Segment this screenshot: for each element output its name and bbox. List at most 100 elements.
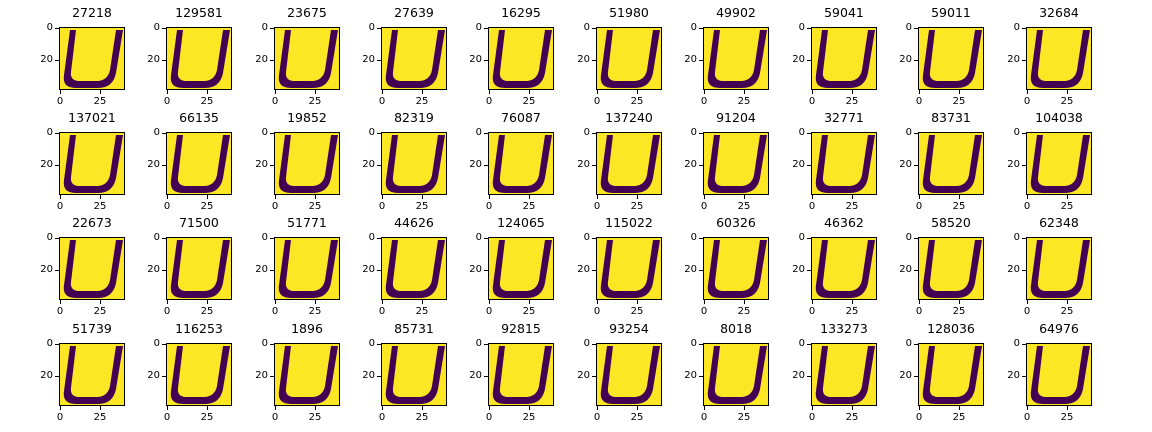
y-tick-mark [162, 344, 166, 345]
y-tick-mark [162, 133, 166, 134]
binary-image [59, 237, 125, 300]
image-panel: 93254 0 20 0 25 [577, 321, 662, 423]
u-glyph-stroke [600, 135, 660, 193]
image-panel: 124065 0 20 0 25 [469, 215, 554, 317]
x-tick-label: 0 [271, 412, 279, 423]
panel-title: 32684 [1039, 5, 1079, 20]
y-tick-mark [1022, 270, 1026, 271]
x-tick-mark [529, 300, 530, 304]
y-tick-mark [592, 165, 596, 166]
x-tick-mark [919, 406, 920, 410]
x-tick-label: 25 [93, 96, 107, 107]
y-tick-mark [55, 344, 59, 345]
x-tick-label: 0 [163, 96, 171, 107]
y-tick-label: 20 [1007, 159, 1020, 170]
panel-title: 133273 [820, 321, 868, 336]
x-tick-mark [959, 300, 960, 304]
y-tick-mark [592, 270, 596, 271]
u-glyph [278, 240, 338, 298]
u-glyph-stroke [278, 30, 338, 88]
y-tick-mark [699, 165, 703, 166]
image-panel: 23675 0 20 0 25 [255, 5, 340, 107]
x-tick-label: 0 [808, 412, 816, 423]
y-tick-mark [270, 28, 274, 29]
y-tick-mark [807, 376, 811, 377]
u-glyph [170, 346, 230, 404]
y-tick-label: 20 [147, 159, 160, 170]
y-tick-label: 20 [469, 159, 482, 170]
binary-image [488, 27, 554, 90]
binary-image [381, 237, 447, 300]
y-tick-mark [162, 165, 166, 166]
u-glyph-stroke [707, 135, 767, 193]
x-tick-label: 25 [200, 306, 214, 317]
x-tick-mark [637, 90, 638, 94]
x-tick-mark [167, 90, 168, 94]
image-panel: 44626 0 20 0 25 [362, 215, 447, 317]
u-glyph-stroke [63, 30, 123, 88]
y-tick-label: 0 [261, 127, 268, 138]
u-glyph [1030, 135, 1090, 193]
x-tick-label: 0 [485, 306, 493, 317]
y-tick-mark [807, 344, 811, 345]
panel-title: 124065 [497, 215, 545, 230]
y-tick-label: 20 [255, 370, 268, 381]
u-glyph-stroke [385, 135, 445, 193]
y-tick-label: 20 [1007, 264, 1020, 275]
panel-title: 58520 [931, 215, 971, 230]
x-tick-label: 0 [378, 306, 386, 317]
x-tick-label: 25 [737, 201, 751, 212]
y-tick-label: 0 [153, 22, 160, 33]
y-tick-label: 20 [792, 54, 805, 65]
binary-image [811, 237, 877, 300]
x-tick-mark [1027, 90, 1028, 94]
u-glyph-stroke [385, 240, 445, 298]
y-tick-mark [270, 133, 274, 134]
x-tick-label: 0 [808, 201, 816, 212]
panel-title: 104038 [1035, 110, 1083, 125]
x-tick-label: 25 [952, 96, 966, 107]
x-tick-label: 25 [522, 96, 536, 107]
y-tick-mark [377, 376, 381, 377]
u-glyph [922, 135, 982, 193]
binary-image [1026, 132, 1092, 195]
x-tick-mark [919, 195, 920, 199]
u-glyph [815, 135, 875, 193]
x-tick-label: 0 [808, 96, 816, 107]
x-tick-mark [1027, 300, 1028, 304]
x-tick-mark [422, 406, 423, 410]
panel-title: 16295 [501, 5, 541, 20]
panel-title: 92815 [501, 321, 541, 336]
y-tick-label: 20 [1007, 54, 1020, 65]
y-tick-mark [55, 28, 59, 29]
x-tick-label: 25 [522, 412, 536, 423]
binary-image [703, 237, 769, 300]
y-tick-mark [55, 238, 59, 239]
u-glyph [63, 240, 123, 298]
u-glyph [492, 346, 552, 404]
u-glyph [170, 135, 230, 193]
y-tick-label: 20 [362, 264, 375, 275]
y-tick-label: 20 [577, 370, 590, 381]
image-panel: 16295 0 20 0 25 [469, 5, 554, 107]
y-tick-label: 0 [905, 127, 912, 138]
x-tick-label: 25 [1060, 412, 1074, 423]
x-tick-mark [315, 300, 316, 304]
x-tick-label: 25 [952, 306, 966, 317]
x-tick-mark [60, 300, 61, 304]
x-tick-mark [1067, 406, 1068, 410]
y-tick-mark [807, 133, 811, 134]
y-tick-mark [484, 270, 488, 271]
y-tick-mark [270, 270, 274, 271]
u-glyph [170, 30, 230, 88]
y-tick-mark [807, 165, 811, 166]
x-tick-label: 0 [56, 306, 64, 317]
x-tick-mark [744, 195, 745, 199]
y-tick-mark [807, 270, 811, 271]
panel-title: 62348 [1039, 215, 1079, 230]
x-tick-label: 25 [845, 412, 859, 423]
image-panel: 83731 0 20 0 25 [899, 110, 984, 212]
image-panel: 91204 0 20 0 25 [684, 110, 769, 212]
x-tick-mark [422, 195, 423, 199]
binary-image [59, 27, 125, 90]
